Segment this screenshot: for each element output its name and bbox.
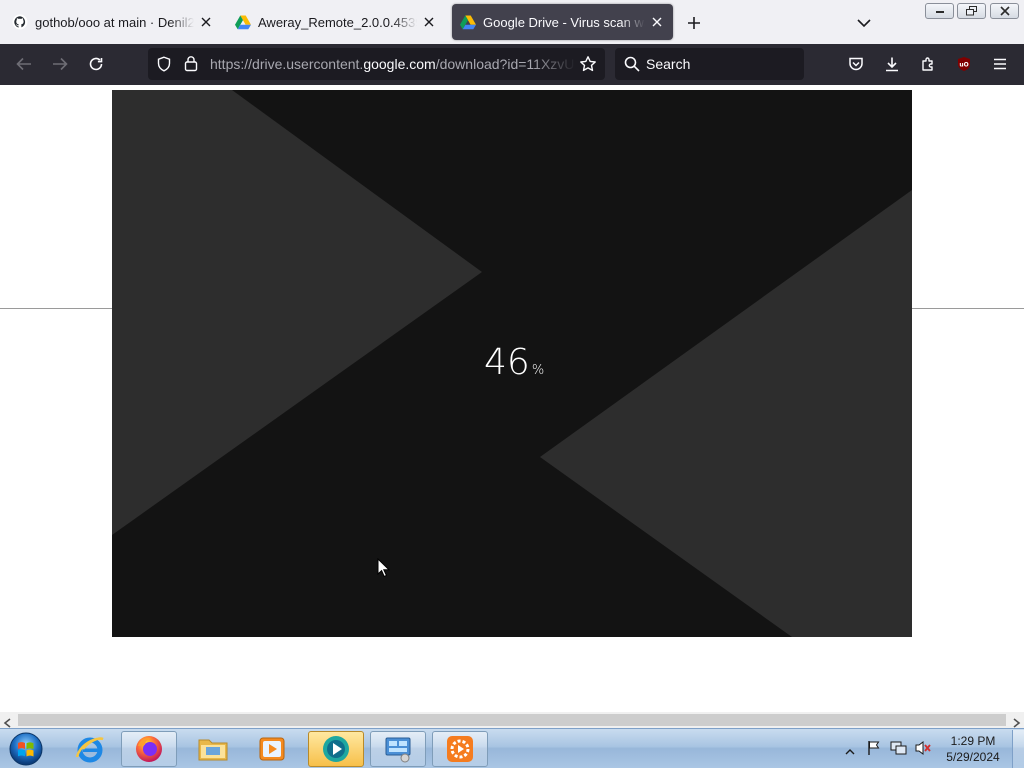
media-player-icon (259, 737, 285, 761)
tracking-protection-shield-icon[interactable] (156, 56, 172, 77)
taskbar-installer-app[interactable] (432, 731, 488, 767)
ublock-origin-icon: uO (958, 57, 970, 71)
navigation-toolbar: https://drive.usercontent.google.com/dow… (0, 44, 1024, 85)
tab-close-icon[interactable] (198, 14, 214, 30)
url-host: google.com (363, 56, 436, 72)
remote-desktop-icon (385, 737, 411, 763)
start-button[interactable] (6, 730, 46, 768)
volume-muted-icon[interactable] (914, 740, 932, 761)
url-path: /download?id=11XzvU (435, 56, 575, 72)
plus-icon (688, 17, 700, 29)
bookmark-star-icon[interactable] (579, 55, 597, 78)
search-icon (624, 56, 640, 77)
pocket-icon (849, 57, 863, 71)
application-menu-button[interactable] (988, 52, 1012, 76)
svg-text:uO: uO (959, 62, 968, 69)
progress-unit: % (531, 363, 545, 378)
scrollbar-thumb[interactable] (18, 714, 1006, 726)
google-drive-icon (235, 14, 251, 30)
restore-icon (965, 6, 977, 16)
ublock-origin-button[interactable]: uO (952, 52, 976, 76)
folder-icon (198, 739, 228, 761)
tab-title: gothob/ooo at main · Denil222/ (35, 14, 194, 30)
clock-date: 5/29/2024 (946, 750, 1000, 764)
action-center-flag-icon[interactable] (866, 740, 882, 761)
tab-virus-scan-warning[interactable]: Google Drive - Virus scan warning (452, 4, 673, 40)
github-icon (12, 14, 28, 30)
windows-start-orb-icon (9, 732, 43, 766)
tab-title: Google Drive - Virus scan warning (483, 14, 645, 30)
minimize-icon (935, 11, 944, 13)
horizontal-scrollbar[interactable] (0, 712, 1024, 728)
mouse-pointer-icon (377, 558, 390, 578)
hamburger-menu-icon (994, 58, 1006, 70)
taskbar-windows-explorer[interactable] (185, 731, 241, 767)
download-icon (886, 57, 898, 72)
taskbar-firefox[interactable] (121, 731, 177, 767)
progress-value: 46 (484, 342, 530, 383)
chevron-down-icon (857, 19, 871, 28)
taskbar-remote-desktop[interactable] (370, 731, 426, 767)
reload-button[interactable] (84, 52, 108, 76)
list-all-tabs-button[interactable] (853, 12, 875, 34)
back-arrow-icon (16, 57, 31, 71)
tab-github[interactable]: gothob/ooo at main · Denil222/ (4, 4, 222, 40)
reload-icon (89, 57, 103, 71)
tab-close-icon[interactable] (649, 14, 665, 30)
forward-button[interactable] (48, 52, 72, 76)
show-desktop-button[interactable] (1012, 730, 1024, 768)
close-window-button[interactable] (990, 3, 1019, 19)
download-progress-loader: 46% (112, 90, 912, 637)
search-bar[interactable]: Search (615, 48, 804, 80)
page-content: 46% (0, 85, 1024, 712)
downloads-button[interactable] (880, 52, 904, 76)
tab-title: Aweray_Remote_2.0.0.45399_x64 (258, 14, 417, 30)
system-clock[interactable]: 1:29 PM 5/29/2024 (938, 733, 1008, 765)
url-scheme: https:// (210, 56, 253, 72)
tab-aweray-download[interactable]: Aweray_Remote_2.0.0.45399_x64 (227, 4, 445, 40)
lock-icon[interactable] (184, 55, 198, 77)
close-icon (999, 6, 1010, 16)
installer-gear-icon (447, 736, 473, 762)
forward-arrow-icon (53, 57, 68, 71)
progress-percentage: 46% (484, 342, 544, 383)
chevron-up-icon (845, 749, 855, 755)
minimize-button[interactable] (925, 3, 954, 19)
address-bar[interactable]: https://drive.usercontent.google.com/dow… (148, 48, 605, 80)
clock-time: 1:29 PM (950, 734, 996, 748)
taskbar-windows-media-player[interactable] (244, 731, 300, 767)
firefox-icon (136, 736, 162, 762)
taskbar-aweray-remote[interactable] (308, 731, 364, 767)
extensions-button[interactable] (916, 52, 940, 76)
taskbar-internet-explorer[interactable] (62, 731, 118, 767)
network-icon[interactable] (890, 740, 908, 761)
pocket-button[interactable] (844, 52, 868, 76)
new-tab-button[interactable] (683, 12, 705, 34)
puzzle-piece-icon (922, 57, 933, 71)
internet-explorer-icon (75, 737, 104, 763)
url-text[interactable]: https://drive.usercontent.google.com/dow… (210, 56, 576, 72)
url-subdomain: drive.usercontent. (252, 56, 364, 72)
back-button[interactable] (12, 52, 36, 76)
show-hidden-icons-button[interactable] (845, 743, 855, 761)
tab-close-icon[interactable] (421, 14, 437, 30)
tab-strip: gothob/ooo at main · Denil222/ Aweray_Re… (0, 0, 1024, 44)
windows-taskbar: 1:29 PM 5/29/2024 (0, 728, 1024, 768)
aweray-remote-icon (323, 736, 349, 762)
search-placeholder: Search (646, 56, 691, 72)
google-drive-icon (460, 14, 476, 30)
restore-button[interactable] (957, 3, 986, 19)
